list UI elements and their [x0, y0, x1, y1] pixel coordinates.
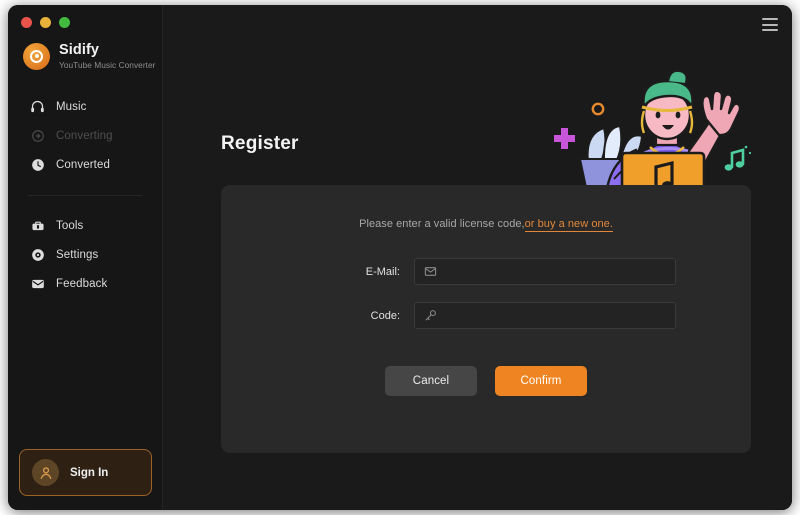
- email-field-label: E-Mail:: [365, 265, 400, 278]
- sidebar-item-music[interactable]: Music: [8, 92, 162, 121]
- sidebar: Sidify YouTube Music Converter Music Con…: [8, 5, 163, 510]
- envelope-icon: [30, 276, 45, 291]
- register-card: Please enter a valid license code,or buy…: [221, 185, 751, 453]
- key-icon: [424, 309, 437, 322]
- clock-icon: [30, 157, 45, 172]
- confirm-button[interactable]: Confirm: [495, 366, 587, 396]
- brand-subtitle: YouTube Music Converter: [59, 59, 156, 70]
- sidebar-item-label: Tools: [56, 219, 84, 232]
- sidebar-item-label: Feedback: [56, 277, 108, 290]
- sign-in-label: Sign In: [70, 466, 109, 479]
- sidify-disc-logo: [23, 42, 50, 70]
- sidebar-nav-primary: Music Converting Converted Tools Setting…: [8, 92, 162, 298]
- converting-icon: [30, 128, 45, 143]
- toolbox-icon: [30, 218, 45, 233]
- register-form: E-Mail: Code:: [221, 258, 751, 329]
- code-field-label: Code:: [370, 309, 400, 322]
- maximize-window-button[interactable]: [59, 17, 70, 28]
- headphones-icon: [30, 99, 45, 114]
- sidebar-item-feedback[interactable]: Feedback: [8, 269, 162, 298]
- gear-icon: [30, 247, 45, 262]
- brand-name: Sidify: [59, 42, 100, 58]
- hamburger-menu-icon[interactable]: [762, 18, 778, 31]
- buy-new-license-link[interactable]: or buy a new one.: [524, 218, 613, 232]
- sidebar-item-label: Settings: [56, 248, 99, 261]
- sidebar-item-label: Converting: [56, 129, 113, 142]
- code-field-row: Code:: [221, 302, 751, 329]
- license-hint: Please enter a valid license code,or buy…: [221, 185, 751, 232]
- sidebar-item-label: Converted: [56, 158, 110, 171]
- sidebar-item-converting[interactable]: Converting: [8, 121, 162, 150]
- license-hint-text: Please enter a valid license code,: [359, 218, 525, 230]
- sidebar-item-label: Music: [56, 100, 87, 113]
- application-window: Sidify YouTube Music Converter Music Con…: [8, 5, 792, 510]
- sidebar-item-settings[interactable]: Settings: [8, 240, 162, 269]
- sidebar-item-converted[interactable]: Converted: [8, 150, 162, 179]
- email-input[interactable]: [444, 259, 675, 284]
- email-input-wrapper[interactable]: [414, 258, 676, 285]
- email-field-row: E-Mail:: [221, 258, 751, 285]
- sidebar-divider: [28, 195, 142, 197]
- main-content: Register Please enter a valid license co…: [163, 5, 792, 510]
- card-actions: Cancel Confirm: [221, 366, 751, 396]
- sidebar-item-tools[interactable]: Tools: [8, 211, 162, 240]
- code-input[interactable]: [444, 303, 675, 328]
- sign-in-button[interactable]: Sign In: [19, 449, 152, 496]
- magenta-plus-decoration: [554, 128, 575, 149]
- person-with-laptop-illustration: [536, 7, 766, 199]
- window-controls: [8, 5, 162, 28]
- person-figure: [604, 69, 742, 199]
- user-avatar-icon: [32, 459, 59, 486]
- envelope-icon: [424, 265, 437, 278]
- page-title: Register: [221, 133, 299, 154]
- brand-header: Sidify YouTube Music Converter: [8, 28, 162, 70]
- close-window-button[interactable]: [21, 17, 32, 28]
- orange-ring-decoration: [591, 102, 605, 116]
- green-music-note-decoration: [724, 145, 752, 171]
- code-input-wrapper[interactable]: [414, 302, 676, 329]
- minimize-window-button[interactable]: [40, 17, 51, 28]
- cancel-button[interactable]: Cancel: [385, 366, 477, 396]
